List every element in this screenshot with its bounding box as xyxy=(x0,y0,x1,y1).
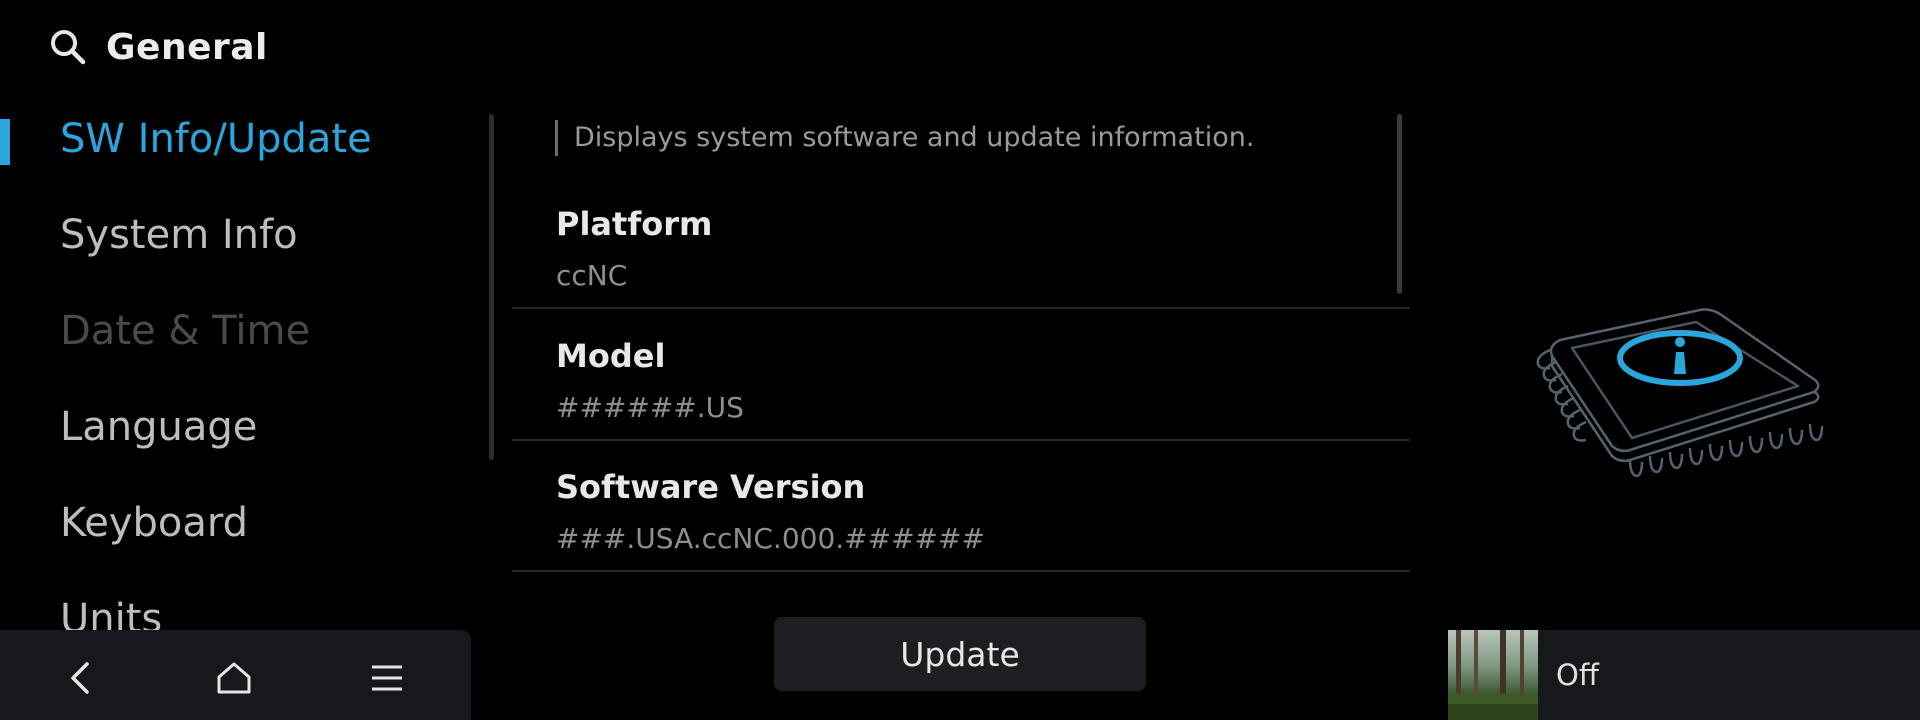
media-widget[interactable]: Off xyxy=(1448,630,1920,720)
menu-button[interactable] xyxy=(359,650,415,706)
content-scrollbar[interactable] xyxy=(1397,114,1402,294)
settings-menu: SW Info/Update System Info Date & Time L… xyxy=(0,100,490,630)
home-button[interactable] xyxy=(206,650,262,706)
menu-item-units[interactable]: Units xyxy=(60,596,162,630)
info-row-software-version: Software Version ###.USA.ccNC.000.###### xyxy=(512,440,1410,572)
platform-label: Platform xyxy=(556,205,713,243)
menu-item-keyboard[interactable]: Keyboard xyxy=(60,500,248,546)
menu-item-sw-info-update[interactable]: SW Info/Update xyxy=(60,116,372,162)
header: General xyxy=(48,22,268,72)
model-label: Model xyxy=(556,337,666,375)
info-chip-icon xyxy=(1536,308,1824,478)
software-version-value: ###.USA.ccNC.000.###### xyxy=(556,522,985,555)
software-version-label: Software Version xyxy=(556,468,866,506)
media-status: Off xyxy=(1556,658,1599,692)
home-icon xyxy=(217,662,251,694)
menu-scrollbar[interactable] xyxy=(489,114,494,460)
menu-icon xyxy=(372,665,402,691)
info-row-model: Model ######.US xyxy=(512,309,1410,441)
menu-item-language[interactable]: Language xyxy=(60,404,257,450)
forest-image xyxy=(1448,630,1538,720)
menu-item-system-info[interactable]: System Info xyxy=(60,212,298,258)
search-icon[interactable] xyxy=(48,27,88,67)
update-button[interactable]: Update xyxy=(774,617,1146,691)
back-button[interactable] xyxy=(52,650,108,706)
info-row-platform: Platform ccNC xyxy=(512,177,1410,309)
menu-item-date-time: Date & Time xyxy=(60,308,311,354)
page-title: General xyxy=(106,26,268,68)
back-icon xyxy=(71,662,89,694)
active-indicator xyxy=(0,119,10,165)
album-art xyxy=(1448,630,1538,720)
model-value: ######.US xyxy=(556,391,744,424)
section-description: Displays system software and update info… xyxy=(555,120,1254,156)
bottom-nav-bar xyxy=(0,630,471,720)
platform-value: ccNC xyxy=(556,259,628,292)
